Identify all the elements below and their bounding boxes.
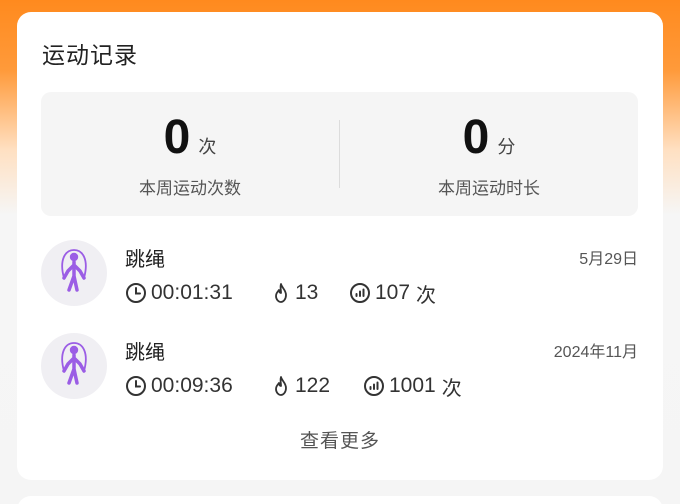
flame-icon (275, 283, 287, 303)
duration-metric: 00:09:36 (125, 373, 233, 399)
record-date: 5月29日 (579, 251, 638, 268)
calories-value: 13 (295, 281, 319, 304)
next-card (17, 496, 663, 504)
calories-value: 122 (295, 374, 331, 397)
record-name: 跳绳 (125, 247, 165, 271)
record-metrics: 00:09:36 122 1001 次 (125, 373, 565, 400)
record-date: 2024年11月 (553, 344, 638, 361)
weekly-summary: 0次 本周运动次数 0分 本周运动时长 (41, 92, 638, 216)
weekly-duration-stat: 0分 本周运动时长 (340, 92, 638, 216)
weekly-count-label: 本周运动次数 (139, 179, 241, 199)
flame-icon (275, 376, 287, 396)
count-metric: 1001 次 (363, 373, 462, 400)
weekly-duration-unit: 分 (497, 137, 516, 158)
count-unit: 次 (416, 282, 437, 307)
jump-rope-icon (41, 333, 107, 399)
record-item[interactable]: 跳绳 5月29日 00:01:31 13 107 次 (41, 240, 638, 318)
calories-metric: 13 (271, 280, 318, 306)
jump-rope-icon (41, 240, 107, 306)
calories-metric: 122 (271, 373, 330, 399)
count-unit: 次 (441, 375, 462, 400)
section-title: 运动记录 (42, 43, 138, 69)
duration-metric: 00:01:31 (125, 280, 233, 306)
clock-icon (126, 376, 146, 396)
count-metric: 107 次 (349, 280, 437, 307)
weekly-count-value: 0 (163, 111, 191, 164)
record-metrics: 00:01:31 13 107 次 (125, 280, 565, 307)
counter-icon (350, 283, 370, 303)
view-more-button[interactable]: 查看更多 (17, 426, 663, 453)
count-value: 107 (375, 281, 411, 304)
weekly-count-stat: 0次 本周运动次数 (41, 92, 339, 216)
duration-value: 00:09:36 (151, 374, 233, 397)
exercise-records-card: 运动记录 0次 本周运动次数 0分 本周运动时长 跳绳 5月29日 00:01:… (17, 12, 663, 480)
weekly-duration-value: 0 (462, 111, 490, 164)
record-name: 跳绳 (125, 340, 165, 364)
weekly-count-unit: 次 (198, 137, 217, 158)
counter-icon (364, 376, 384, 396)
record-item[interactable]: 跳绳 2024年11月 00:09:36 122 1001 次 (41, 333, 638, 411)
count-value: 1001 (389, 374, 436, 397)
clock-icon (126, 283, 146, 303)
weekly-duration-label: 本周运动时长 (438, 179, 540, 199)
duration-value: 00:01:31 (151, 281, 233, 304)
